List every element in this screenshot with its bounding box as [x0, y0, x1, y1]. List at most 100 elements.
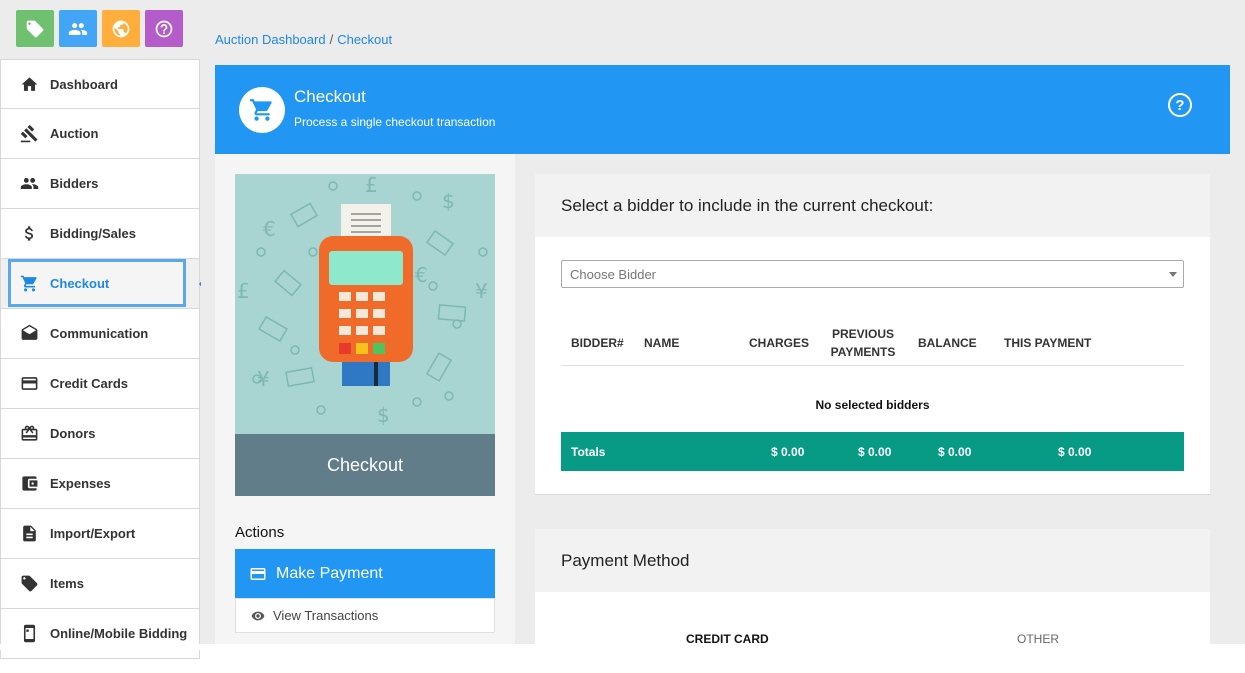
cart-icon — [20, 274, 39, 293]
totals-balance: $ 0.00 — [938, 445, 972, 459]
sidebar-nav: Dashboard Auction Bidders Bidding/Sales … — [0, 59, 209, 659]
page-subtitle: Process a single checkout transaction — [294, 115, 496, 129]
payment-method-card: Payment Method CREDIT CARD OTHER — [535, 529, 1210, 648]
tag-quick-button[interactable] — [16, 10, 54, 47]
content-area: £ $ € € ¥ £ ¥ $ Checkout Actions Make Pa… — [215, 154, 1230, 648]
sidebar-item-label: Credit Cards — [50, 376, 129, 391]
sidebar-item-expenses[interactable]: Expenses — [0, 459, 200, 509]
envelope-icon — [20, 324, 39, 343]
document-icon — [20, 524, 39, 543]
dollar-icon — [20, 224, 39, 243]
sidebar-item-label: Import/Export — [50, 526, 136, 541]
sidebar-item-label: Bidding/Sales — [50, 226, 136, 241]
view-transactions-button[interactable]: View Transactions — [235, 598, 495, 633]
svg-text:£: £ — [237, 279, 250, 303]
bidder-selection-card: Select a bidder to include in the curren… — [535, 174, 1210, 495]
make-payment-button[interactable]: Make Payment — [235, 549, 495, 598]
sidebar-item-label: Dashboard — [50, 76, 118, 92]
breadcrumb-home-link[interactable]: Auction Dashboard — [215, 32, 326, 47]
checkout-illustration: £ $ € € ¥ £ ¥ $ — [235, 174, 495, 434]
sidebar-item-online-mobile-bidding[interactable]: Online/Mobile Bidding — [0, 609, 200, 659]
column-header-balance[interactable]: BALANCE — [918, 320, 977, 366]
breadcrumb-current[interactable]: Checkout — [337, 32, 392, 47]
totals-this-payment: $ 0.00 — [1058, 445, 1092, 459]
view-transactions-label: View Transactions — [273, 608, 379, 623]
payment-method-title: Payment Method — [535, 529, 1210, 592]
credit-card-icon — [20, 374, 39, 393]
tag-icon — [26, 20, 44, 37]
sidebar: Dashboard Auction Bidders Bidding/Sales … — [0, 0, 209, 659]
help-icon[interactable]: ? — [1168, 93, 1192, 117]
choose-bidder-select[interactable]: Choose Bidder — [561, 260, 1184, 288]
svg-text:¥: ¥ — [475, 279, 488, 303]
sidebar-item-label: Bidders — [50, 176, 99, 191]
breadcrumb-separator: / — [329, 32, 334, 47]
svg-text:€: € — [415, 263, 428, 287]
totals-row: Totals $ 0.00 $ 0.00 $ 0.00 $ 0.00 — [561, 432, 1184, 471]
people-quick-button[interactable] — [59, 10, 97, 47]
quick-actions — [16, 10, 183, 47]
people-icon — [20, 174, 39, 193]
tag-icon — [20, 574, 39, 593]
right-column: Select a bidder to include in the curren… — [515, 154, 1230, 648]
eye-icon — [251, 611, 265, 620]
svg-text:€: € — [263, 217, 276, 241]
sidebar-item-label: Donors — [50, 426, 96, 441]
make-payment-label: Make Payment — [276, 564, 383, 582]
mobile-icon — [20, 624, 39, 643]
svg-text:¥: ¥ — [257, 367, 270, 391]
globe-icon — [112, 20, 130, 37]
totals-label: Totals — [571, 445, 606, 459]
main-area: Auction Dashboard / Checkout Checkout Proc… — [201, 0, 1245, 648]
column-header-bidder[interactable]: BIDDER# — [571, 320, 624, 366]
column-header-name[interactable]: NAME — [644, 320, 679, 366]
chevron-down-icon — [1169, 272, 1177, 277]
left-column: £ $ € € ¥ £ ¥ $ Checkout Actions Make Pa… — [215, 154, 515, 648]
sidebar-item-auction[interactable]: Auction — [0, 109, 200, 159]
page-title: Checkout — [294, 87, 366, 106]
sidebar-item-label: Expenses — [50, 476, 111, 491]
sidebar-item-checkout[interactable]: Checkout — [0, 259, 209, 309]
home-icon — [20, 75, 39, 94]
sidebar-item-bidding-sales[interactable]: Bidding/Sales — [0, 209, 200, 259]
sidebar-item-label: Auction — [50, 126, 99, 141]
sidebar-item-items[interactable]: Items — [0, 559, 200, 609]
sidebar-item-communication[interactable]: Communication — [0, 309, 200, 359]
sidebar-item-dashboard[interactable]: Dashboard — [0, 59, 200, 109]
header-cart-badge — [239, 87, 285, 133]
sidebar-item-label: Items — [50, 576, 84, 591]
cart-icon — [250, 99, 272, 121]
breadcrumb: Auction Dashboard / Checkout — [215, 32, 392, 47]
empty-table-message: No selected bidders — [815, 398, 930, 412]
credit-card-icon — [250, 567, 266, 580]
column-header-this-payment[interactable]: THIS PAYMENT — [1004, 320, 1091, 366]
sidebar-item-label: Communication — [50, 326, 149, 341]
bidder-table-header: BIDDER# NAME CHARGES PREVIOUS PAYMENTS B… — [561, 320, 1184, 366]
bidder-card-title: Select a bidder to include in the curren… — [535, 174, 1210, 237]
help-icon — [155, 20, 173, 37]
column-header-previous-payments[interactable]: PREVIOUS PAYMENTS — [823, 320, 903, 366]
sidebar-item-credit-cards[interactable]: Credit Cards — [0, 359, 200, 409]
sidebar-item-bidders[interactable]: Bidders — [0, 159, 200, 209]
totals-charges: $ 0.00 — [771, 445, 805, 459]
sidebar-item-donors[interactable]: Donors — [0, 409, 200, 459]
people-icon — [68, 22, 88, 35]
svg-text:£: £ — [365, 174, 378, 197]
globe-quick-button[interactable] — [102, 10, 140, 47]
illustration-caption: Checkout — [235, 434, 495, 496]
page-header: Checkout Process a single checkout trans… — [215, 65, 1230, 154]
sidebar-item-label: Checkout — [50, 276, 110, 291]
gift-icon — [20, 424, 39, 443]
svg-text:$: $ — [442, 189, 455, 213]
help-quick-button[interactable] — [145, 10, 183, 47]
totals-previous-payments: $ 0.00 — [858, 445, 892, 459]
column-header-charges[interactable]: CHARGES — [749, 320, 809, 366]
actions-heading: Actions — [235, 524, 285, 541]
gavel-icon — [20, 124, 39, 143]
sidebar-item-label: Online/Mobile Bidding — [50, 626, 188, 641]
wallet-icon — [20, 474, 39, 493]
screenshot-bottom-edge — [0, 644, 1245, 650]
choose-bidder-placeholder: Choose Bidder — [570, 266, 656, 282]
svg-text:$: $ — [377, 403, 390, 427]
sidebar-item-import-export[interactable]: Import/Export — [0, 509, 200, 559]
